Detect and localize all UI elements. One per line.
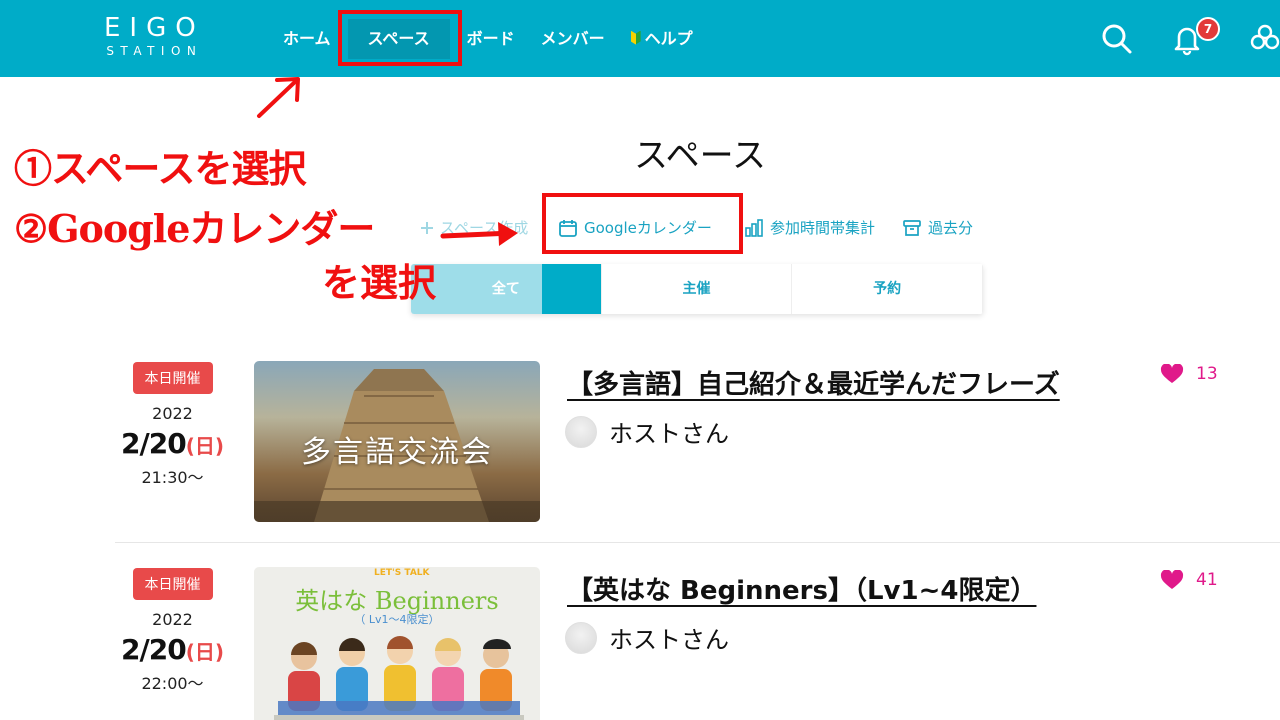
app-logo-icon[interactable] [1248, 22, 1280, 56]
like-button[interactable]: 13 [1160, 364, 1218, 384]
event-weekday: (日) [185, 434, 224, 458]
annotation-step-1: ①スペースを選択 [14, 146, 306, 191]
nav-help-label: ヘルプ [644, 28, 693, 48]
event-divider [115, 542, 1280, 543]
event-time: 21:30〜 [141, 468, 204, 487]
event-host[interactable]: ホストさん [565, 620, 729, 655]
today-badge: 本日開催 [132, 362, 213, 394]
participation-stats-link[interactable]: 参加時間帯集計 [744, 217, 875, 238]
annotation-step-2: ②Googleカレンダー [14, 206, 375, 251]
event-date-value: 2/20 [121, 633, 187, 666]
top-header: EIGO STATION ホーム スペース ボード メンバー ヘルプ 7 [0, 0, 1280, 77]
event-thumbnail[interactable]: 多言語交流会 [254, 361, 540, 522]
heart-icon [1160, 364, 1184, 383]
avatar [565, 621, 597, 654]
like-count: 13 [1196, 364, 1218, 384]
event-host[interactable]: ホストさん [565, 414, 729, 449]
eigo-station-logo[interactable]: EIGO STATION [104, 14, 205, 58]
nav-members[interactable]: メンバー [528, 19, 618, 59]
logo-text-top: EIGO [104, 13, 205, 43]
past-events-link[interactable]: 過去分 [902, 217, 973, 238]
archive-icon [903, 219, 921, 236]
annotation-arrow-right-icon [440, 222, 518, 246]
highlight-box-google-calendar [542, 193, 743, 254]
event-date-value: 2/20 [121, 427, 187, 460]
filter-tabs: 全て 主催 予約 [411, 264, 983, 314]
event-title[interactable]: 【多言語】自己紹介＆最近学んだフレーズ [567, 364, 1060, 401]
main-nav: ホーム スペース ボード メンバー ヘルプ [270, 0, 706, 77]
host-name: ホストさん [609, 420, 729, 448]
logo-text-bottom: STATION [106, 44, 203, 58]
thumbnail-caption: 多言語交流会 [301, 435, 493, 470]
kids-reading-image [274, 636, 524, 720]
event-date: 本日開催 2022 2/20(日) 22:00〜 [115, 566, 230, 694]
page-title: スペース [634, 136, 766, 176]
heart-icon [1160, 570, 1184, 589]
highlight-box-space-nav [338, 10, 462, 66]
avatar [565, 415, 597, 448]
like-button[interactable]: 41 [1160, 570, 1218, 590]
nav-help[interactable]: ヘルプ [618, 19, 706, 59]
thumbnail-subtitle: （ Lv1〜4限定） [354, 613, 440, 626]
event-title[interactable]: 【英はな Beginners】（Lv1~4限定） [567, 570, 1036, 607]
event-weekday: (日) [185, 640, 224, 664]
annotation-step-2-continued: を選択 [322, 260, 437, 305]
like-count: 41 [1196, 570, 1218, 590]
nav-home[interactable]: ホーム [270, 19, 344, 59]
event-year: 2022 [152, 610, 193, 629]
event-thumbnail[interactable]: LET'S TALK 英はな Beginners （ Lv1〜4限定） [254, 567, 540, 720]
event-year: 2022 [152, 404, 193, 423]
annotation-arrow-up-icon [257, 77, 300, 118]
past-events-label: 過去分 [928, 219, 974, 237]
plus-icon [421, 221, 433, 234]
participation-stats-label: 参加時間帯集計 [770, 219, 876, 237]
today-badge: 本日開催 [132, 568, 213, 600]
search-icon[interactable] [1100, 22, 1134, 56]
thumbnail-lets-talk: LET'S TALK [374, 568, 430, 578]
bar-chart-icon [745, 218, 763, 237]
event-day: 2/20(日) [115, 427, 230, 460]
tab-all[interactable]: 全て [411, 264, 602, 314]
tab-hosting[interactable]: 主催 [601, 264, 793, 314]
beginner-mark-icon [630, 30, 641, 45]
tab-reserved[interactable]: 予約 [792, 264, 983, 314]
notification-count-badge: 7 [1196, 17, 1220, 41]
event-date: 本日開催 2022 2/20(日) 21:30〜 [115, 360, 230, 488]
event-day: 2/20(日) [115, 633, 230, 666]
event-time: 22:00〜 [141, 674, 204, 693]
nav-board[interactable]: ボード [454, 19, 528, 59]
host-name: ホストさん [609, 626, 729, 654]
